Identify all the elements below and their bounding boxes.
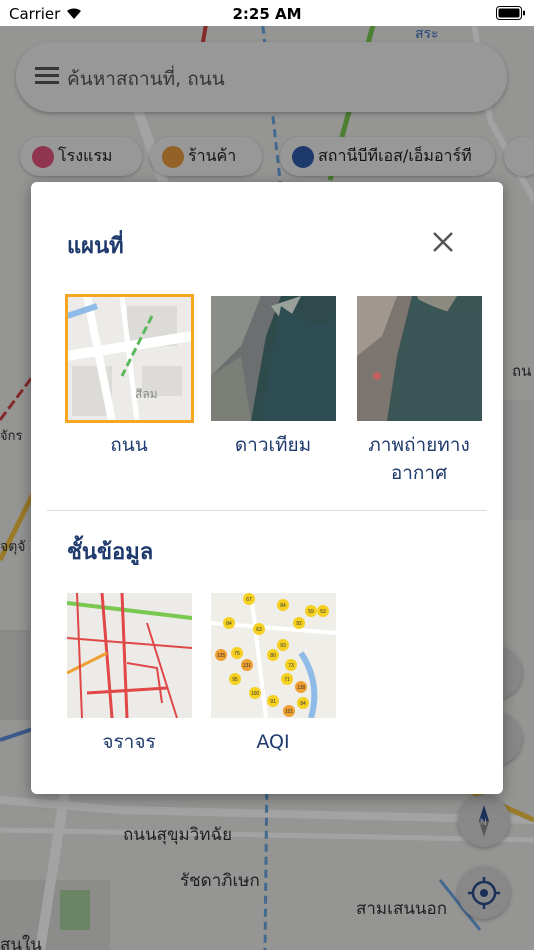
aqi-marker-label: 63: [256, 627, 262, 633]
aqi-marker-label: 100: [250, 691, 259, 697]
map-type-label: ภาพถ่ายทางอากาศ: [368, 434, 470, 484]
layer-traffic[interactable]: จราจร: [64, 593, 194, 756]
close-icon[interactable]: [429, 228, 457, 256]
map-type-road[interactable]: สีลม ถนน: [64, 294, 194, 459]
aqi-marker-label: 53: [320, 609, 326, 615]
thumb-label: สีลม: [135, 387, 158, 401]
section-divider: [47, 510, 487, 511]
layers-section-title: ชั้นข้อมูล: [67, 540, 154, 565]
aqi-marker-label: 80: [270, 653, 276, 659]
aqi-marker-label: 101: [284, 709, 293, 715]
battery-icon: [496, 6, 525, 20]
status-bar: Carrier 2:25 AM: [0, 0, 534, 26]
map-type-dialog: แผนที่ สีลม ถนน ดาวเทียม ภาพถ่ายทางอากาศ…: [31, 182, 503, 794]
road-map-thumbnail: สีลม: [64, 294, 194, 423]
aqi-marker-label: 84: [226, 621, 232, 627]
aqi-marker-label: 131: [242, 663, 251, 669]
layer-label: จราจร: [102, 731, 156, 753]
aqi-marker-label: 84: [300, 701, 306, 707]
aqi-thumbnail: 67 84 59 53 84 92 63 93 75 125 131 80 73 95 100 71 138 91…: [210, 593, 336, 718]
aqi-marker-label: 73: [288, 663, 294, 669]
aqi-marker-label: 84: [280, 603, 286, 609]
dialog-title: แผนที่: [67, 234, 124, 259]
aqi-marker-label: 95: [232, 677, 238, 683]
aqi-marker-label: 138: [296, 685, 305, 691]
map-type-satellite[interactable]: ดาวเทียม: [208, 296, 338, 459]
map-type-label: ถนน: [110, 434, 148, 456]
aqi-marker-label: 75: [234, 651, 240, 657]
aqi-marker-label: 71: [284, 677, 290, 683]
traffic-thumbnail: [66, 593, 192, 718]
layer-aqi[interactable]: 67 84 59 53 84 92 63 93 75 125 131 80 73 95 100 71 138 91…: [208, 593, 338, 756]
satellite-thumbnail: [210, 296, 336, 421]
aqi-marker-label: 125: [216, 653, 225, 659]
aqi-marker-label: 93: [280, 643, 286, 649]
aqi-marker-label: 92: [296, 621, 302, 627]
aqi-marker-label: 59: [308, 609, 314, 615]
clock: 2:25 AM: [232, 5, 302, 23]
map-type-aerial[interactable]: ภาพถ่ายทางอากาศ: [353, 296, 485, 487]
map-type-label: ดาวเทียม: [234, 434, 312, 456]
layer-label: AQI: [256, 731, 290, 753]
aqi-marker-label: 67: [246, 597, 252, 603]
aqi-marker-label: 91: [270, 699, 276, 705]
aerial-photo-thumbnail: [356, 296, 482, 421]
